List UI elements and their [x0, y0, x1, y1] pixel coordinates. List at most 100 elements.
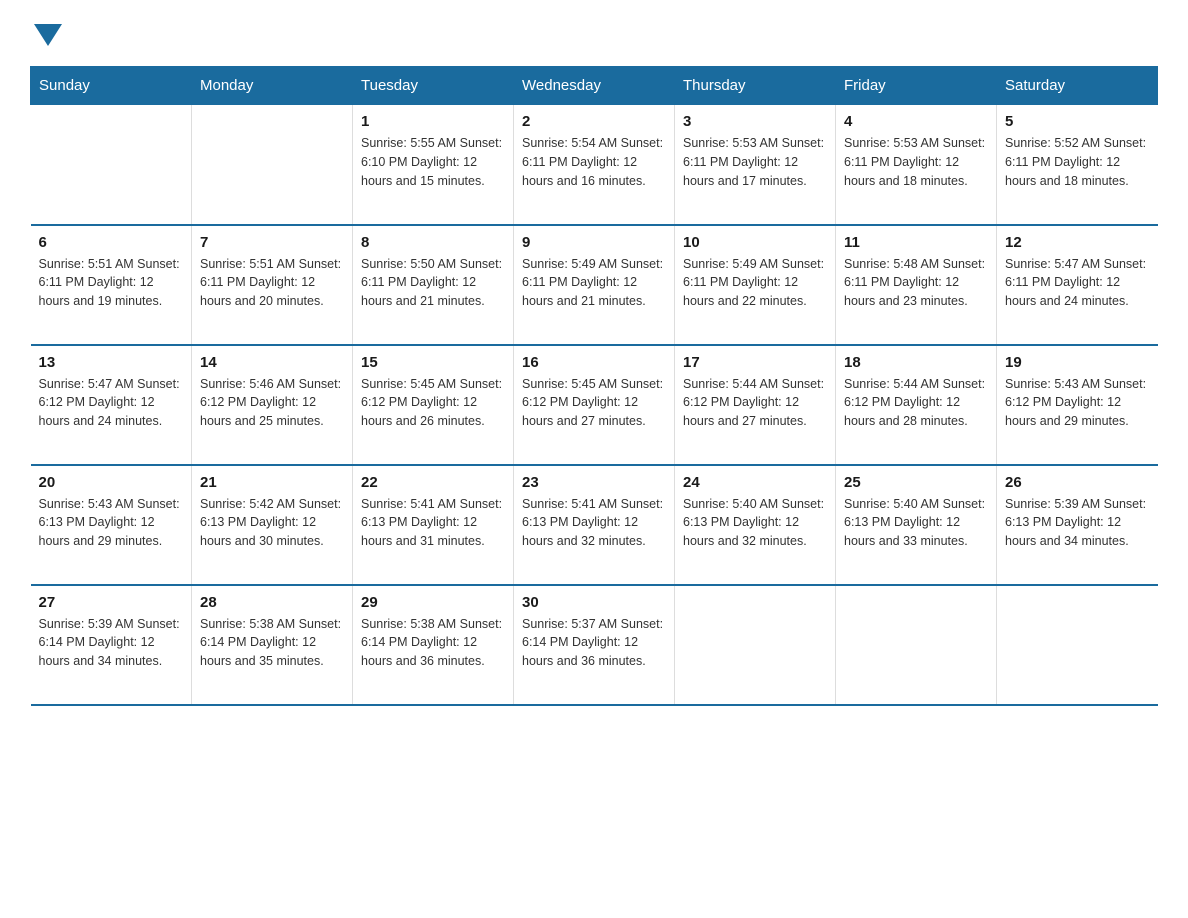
- calendar-cell: 28 Sunrise: 5:38 AM Sunset: 6:14 PM Dayli…: [192, 585, 353, 705]
- day-info: Sunrise: 5:51 AM Sunset: 6:11 PM Dayligh…: [39, 255, 184, 311]
- day-number: 11: [844, 234, 988, 251]
- day-info: Sunrise: 5:51 AM Sunset: 6:11 PM Dayligh…: [200, 255, 344, 311]
- calendar-cell: 10 Sunrise: 5:49 AM Sunset: 6:11 PM Dayli…: [675, 225, 836, 345]
- day-number: 4: [844, 113, 988, 130]
- calendar-cell: 17 Sunrise: 5:44 AM Sunset: 6:12 PM Dayli…: [675, 345, 836, 465]
- calendar-cell: 22 Sunrise: 5:41 AM Sunset: 6:13 PM Dayli…: [353, 465, 514, 585]
- day-number: 12: [1005, 234, 1150, 251]
- header-row: SundayMondayTuesdayWednesdayThursdayFrid…: [31, 67, 1158, 105]
- day-info: Sunrise: 5:43 AM Sunset: 6:12 PM Dayligh…: [1005, 375, 1150, 431]
- calendar-cell: 14 Sunrise: 5:46 AM Sunset: 6:12 PM Dayli…: [192, 345, 353, 465]
- day-number: 3: [683, 113, 827, 130]
- day-number: 20: [39, 474, 184, 491]
- day-info: Sunrise: 5:38 AM Sunset: 6:14 PM Dayligh…: [200, 615, 344, 671]
- day-info: Sunrise: 5:48 AM Sunset: 6:11 PM Dayligh…: [844, 255, 988, 311]
- logo: [30, 20, 62, 46]
- day-number: 15: [361, 354, 505, 371]
- day-info: Sunrise: 5:41 AM Sunset: 6:13 PM Dayligh…: [361, 495, 505, 551]
- page-header: [30, 20, 1158, 46]
- day-number: 30: [522, 594, 666, 611]
- calendar-cell: [192, 105, 353, 225]
- day-info: Sunrise: 5:49 AM Sunset: 6:11 PM Dayligh…: [522, 255, 666, 311]
- calendar-cell: 26 Sunrise: 5:39 AM Sunset: 6:13 PM Dayli…: [997, 465, 1158, 585]
- day-info: Sunrise: 5:40 AM Sunset: 6:13 PM Dayligh…: [683, 495, 827, 551]
- calendar-cell: 12 Sunrise: 5:47 AM Sunset: 6:11 PM Dayli…: [997, 225, 1158, 345]
- header-cell-friday: Friday: [836, 67, 997, 105]
- calendar-cell: [836, 585, 997, 705]
- week-row-2: 6 Sunrise: 5:51 AM Sunset: 6:11 PM Daylig…: [31, 225, 1158, 345]
- calendar-body: 1 Sunrise: 5:55 AM Sunset: 6:10 PM Daylig…: [31, 105, 1158, 705]
- calendar-cell: 8 Sunrise: 5:50 AM Sunset: 6:11 PM Daylig…: [353, 225, 514, 345]
- day-info: Sunrise: 5:52 AM Sunset: 6:11 PM Dayligh…: [1005, 134, 1150, 190]
- calendar-cell: 16 Sunrise: 5:45 AM Sunset: 6:12 PM Dayli…: [514, 345, 675, 465]
- calendar-cell: 18Sunrise: 5:44 AM Sunset: 6:12 PM Dayli…: [836, 345, 997, 465]
- day-number: 16: [522, 354, 666, 371]
- calendar-cell: 5Sunrise: 5:52 AM Sunset: 6:11 PM Daylig…: [997, 105, 1158, 225]
- day-number: 26: [1005, 474, 1150, 491]
- calendar-cell: 3Sunrise: 5:53 AM Sunset: 6:11 PM Daylig…: [675, 105, 836, 225]
- day-info: Sunrise: 5:45 AM Sunset: 6:12 PM Dayligh…: [522, 375, 666, 431]
- day-info: Sunrise: 5:47 AM Sunset: 6:11 PM Dayligh…: [1005, 255, 1150, 311]
- calendar-cell: 27 Sunrise: 5:39 AM Sunset: 6:14 PM Dayli…: [31, 585, 192, 705]
- day-number: 7: [200, 234, 344, 251]
- calendar-cell: 25 Sunrise: 5:40 AM Sunset: 6:13 PM Dayli…: [836, 465, 997, 585]
- calendar-cell: 29 Sunrise: 5:38 AM Sunset: 6:14 PM Dayli…: [353, 585, 514, 705]
- day-number: 29: [361, 594, 505, 611]
- week-row-3: 13 Sunrise: 5:47 AM Sunset: 6:12 PM Dayli…: [31, 345, 1158, 465]
- header-cell-sunday: Sunday: [31, 67, 192, 105]
- day-info: Sunrise: 5:43 AM Sunset: 6:13 PM Dayligh…: [39, 495, 184, 551]
- day-info: Sunrise: 5:38 AM Sunset: 6:14 PM Dayligh…: [361, 615, 505, 671]
- week-row-1: 1 Sunrise: 5:55 AM Sunset: 6:10 PM Daylig…: [31, 105, 1158, 225]
- day-info: Sunrise: 5:42 AM Sunset: 6:13 PM Dayligh…: [200, 495, 344, 551]
- calendar-cell: 23 Sunrise: 5:41 AM Sunset: 6:13 PM Dayli…: [514, 465, 675, 585]
- day-info: Sunrise: 5:55 AM Sunset: 6:10 PM Dayligh…: [361, 134, 505, 190]
- day-number: 17: [683, 354, 827, 371]
- day-info: Sunrise: 5:50 AM Sunset: 6:11 PM Dayligh…: [361, 255, 505, 311]
- day-info: Sunrise: 5:37 AM Sunset: 6:14 PM Dayligh…: [522, 615, 666, 671]
- day-info: Sunrise: 5:47 AM Sunset: 6:12 PM Dayligh…: [39, 375, 184, 431]
- day-number: 23: [522, 474, 666, 491]
- day-number: 13: [39, 354, 184, 371]
- logo-triangle-icon: [34, 24, 62, 46]
- day-number: 1: [361, 113, 505, 130]
- week-row-5: 27 Sunrise: 5:39 AM Sunset: 6:14 PM Dayli…: [31, 585, 1158, 705]
- header-cell-wednesday: Wednesday: [514, 67, 675, 105]
- calendar-cell: 19 Sunrise: 5:43 AM Sunset: 6:12 PM Dayli…: [997, 345, 1158, 465]
- day-number: 27: [39, 594, 184, 611]
- day-number: 28: [200, 594, 344, 611]
- calendar-cell: 2Sunrise: 5:54 AM Sunset: 6:11 PM Daylig…: [514, 105, 675, 225]
- day-info: Sunrise: 5:49 AM Sunset: 6:11 PM Dayligh…: [683, 255, 827, 311]
- day-info: Sunrise: 5:40 AM Sunset: 6:13 PM Dayligh…: [844, 495, 988, 551]
- day-number: 22: [361, 474, 505, 491]
- day-number: 18: [844, 354, 988, 371]
- calendar-cell: 4Sunrise: 5:53 AM Sunset: 6:11 PM Daylig…: [836, 105, 997, 225]
- day-info: Sunrise: 5:41 AM Sunset: 6:13 PM Dayligh…: [522, 495, 666, 551]
- day-info: Sunrise: 5:46 AM Sunset: 6:12 PM Dayligh…: [200, 375, 344, 431]
- calendar-cell: [675, 585, 836, 705]
- day-number: 25: [844, 474, 988, 491]
- day-number: 14: [200, 354, 344, 371]
- calendar-table: SundayMondayTuesdayWednesdayThursdayFrid…: [30, 66, 1158, 706]
- day-number: 10: [683, 234, 827, 251]
- calendar-cell: 24 Sunrise: 5:40 AM Sunset: 6:13 PM Dayli…: [675, 465, 836, 585]
- calendar-header: SundayMondayTuesdayWednesdayThursdayFrid…: [31, 67, 1158, 105]
- day-number: 19: [1005, 354, 1150, 371]
- calendar-cell: [31, 105, 192, 225]
- header-cell-thursday: Thursday: [675, 67, 836, 105]
- day-number: 2: [522, 113, 666, 130]
- header-cell-monday: Monday: [192, 67, 353, 105]
- day-number: 6: [39, 234, 184, 251]
- calendar-cell: 21Sunrise: 5:42 AM Sunset: 6:13 PM Dayli…: [192, 465, 353, 585]
- day-info: Sunrise: 5:39 AM Sunset: 6:13 PM Dayligh…: [1005, 495, 1150, 551]
- calendar-cell: 1 Sunrise: 5:55 AM Sunset: 6:10 PM Daylig…: [353, 105, 514, 225]
- day-number: 8: [361, 234, 505, 251]
- day-number: 24: [683, 474, 827, 491]
- calendar-cell: 30 Sunrise: 5:37 AM Sunset: 6:14 PM Dayli…: [514, 585, 675, 705]
- week-row-4: 20 Sunrise: 5:43 AM Sunset: 6:13 PM Dayli…: [31, 465, 1158, 585]
- header-cell-saturday: Saturday: [997, 67, 1158, 105]
- day-info: Sunrise: 5:44 AM Sunset: 6:12 PM Dayligh…: [683, 375, 827, 431]
- header-cell-tuesday: Tuesday: [353, 67, 514, 105]
- calendar-cell: [997, 585, 1158, 705]
- day-info: Sunrise: 5:39 AM Sunset: 6:14 PM Dayligh…: [39, 615, 184, 671]
- calendar-cell: 20 Sunrise: 5:43 AM Sunset: 6:13 PM Dayli…: [31, 465, 192, 585]
